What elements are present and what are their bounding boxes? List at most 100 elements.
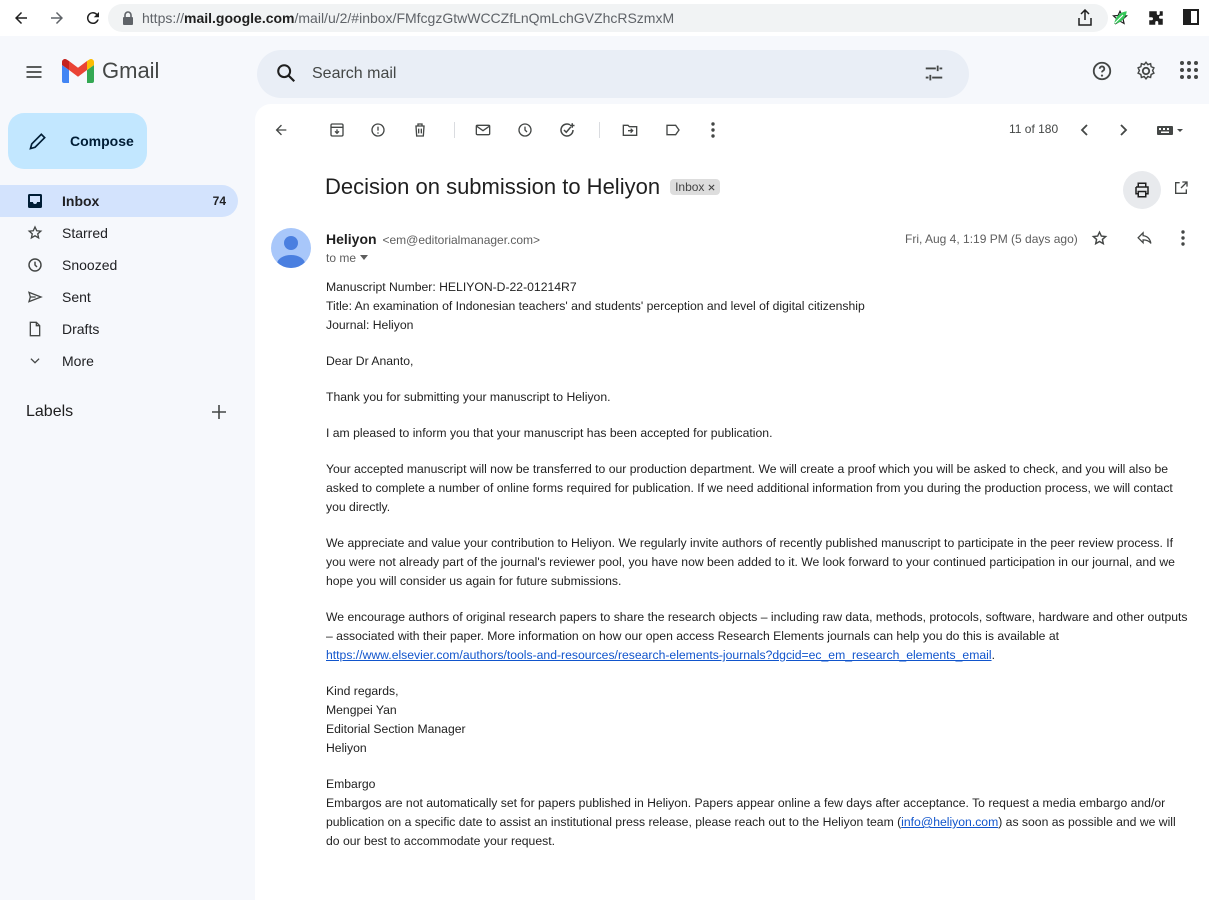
- body-line: Journal: Heliyon: [326, 318, 414, 332]
- label-icon[interactable]: [663, 120, 683, 140]
- send-icon: [26, 288, 44, 306]
- gmail-header: Gmail: [0, 44, 1209, 104]
- star-icon: [26, 224, 44, 242]
- open-in-new-window-icon[interactable]: [1173, 180, 1189, 196]
- extensions-puzzle-icon[interactable]: [1147, 9, 1165, 27]
- body-line: Manuscript Number: HELIYON-D-22-01214R7: [326, 280, 577, 294]
- extension-leaf-icon[interactable]: [1111, 9, 1129, 27]
- print-all-button[interactable]: [1123, 171, 1161, 209]
- subject-row: Decision on submission to Heliyon Inbox: [325, 174, 721, 200]
- reply-icon[interactable]: [1136, 230, 1153, 247]
- forward-arrow-icon[interactable]: [46, 7, 68, 29]
- sidebar-item-label: Snoozed: [62, 257, 118, 273]
- compose-label: Compose: [70, 133, 134, 149]
- body-paragraph: Thank you for submitting your manuscript…: [326, 390, 611, 404]
- browser-toolbar: https://mail.google.com/mail/u/2/#inbox/…: [0, 0, 1209, 36]
- input-tools-keyboard-icon[interactable]: [1153, 120, 1187, 140]
- embargo-title: Embargo: [326, 777, 376, 791]
- search-bar[interactable]: [257, 50, 969, 98]
- sidebar-item-label: Drafts: [62, 321, 100, 337]
- signature-line: Mengpei Yan: [326, 703, 397, 717]
- lock-icon: [122, 11, 134, 25]
- label-chip-text: Inbox: [675, 180, 705, 194]
- recipients-text: to me: [326, 251, 357, 265]
- caret-down-icon: [360, 255, 369, 261]
- app-name: Gmail: [102, 58, 160, 83]
- settings-gear-icon[interactable]: [1135, 60, 1157, 82]
- address-bar[interactable]: https://mail.google.com/mail/u/2/#inbox/…: [108, 4, 1108, 32]
- sidebar-item-snoozed[interactable]: Snoozed: [0, 249, 238, 281]
- main-menu-icon[interactable]: [24, 62, 48, 86]
- report-spam-icon[interactable]: [368, 120, 388, 140]
- recipients-toggle[interactable]: to me: [326, 251, 369, 265]
- compose-button[interactable]: Compose: [8, 113, 147, 169]
- sidebar-item-label: Inbox: [62, 193, 100, 209]
- sidebar-item-starred[interactable]: Starred: [0, 217, 238, 249]
- star-message-icon[interactable]: [1091, 230, 1108, 247]
- research-elements-link[interactable]: https://www.elsevier.com/authors/tools-a…: [326, 648, 992, 662]
- signature-line: Heliyon: [326, 741, 367, 755]
- apps-grid-icon[interactable]: [1179, 60, 1199, 82]
- url-scheme: https://: [142, 10, 185, 26]
- help-icon[interactable]: [1091, 60, 1113, 82]
- chevron-down-icon: [26, 352, 44, 370]
- add-to-tasks-icon[interactable]: [557, 120, 577, 140]
- greeting: Dear Dr Ananto,: [326, 354, 414, 368]
- toolbar-divider: [454, 122, 455, 138]
- pencil-icon: [28, 131, 48, 151]
- inbox-label-chip[interactable]: Inbox: [670, 179, 721, 195]
- sidebar-item-label: Sent: [62, 289, 91, 305]
- sidebar-item-more[interactable]: More: [0, 345, 238, 377]
- nav-list: Inbox 74 Starred Snoozed Sent Drafts Mor…: [0, 185, 238, 377]
- message-subject: Decision on submission to Heliyon: [325, 174, 661, 199]
- remove-label-icon[interactable]: [708, 183, 715, 191]
- body-paragraph: We encourage authors of original researc…: [326, 608, 1192, 665]
- search-input[interactable]: [312, 60, 872, 88]
- newer-chevron-icon[interactable]: [1075, 120, 1095, 140]
- heliyon-email-link[interactable]: info@heliyon.com: [901, 815, 998, 829]
- search-icon[interactable]: [275, 62, 297, 84]
- older-chevron-icon[interactable]: [1113, 120, 1133, 140]
- more-options-icon[interactable]: [703, 120, 723, 140]
- printer-icon: [1133, 181, 1151, 199]
- body-line: Title: An examination of Indonesian teac…: [326, 299, 865, 313]
- gmail-logo[interactable]: Gmail: [62, 58, 159, 84]
- reload-icon[interactable]: [82, 7, 104, 29]
- embargo-section: Embargo Embargos are not automatically s…: [326, 775, 1192, 851]
- message-body: Manuscript Number: HELIYON-D-22-01214R7 …: [326, 278, 1192, 868]
- add-label-icon[interactable]: [211, 404, 227, 420]
- move-to-icon[interactable]: [620, 120, 640, 140]
- toolbar-divider: [599, 122, 600, 138]
- snooze-icon[interactable]: [515, 120, 535, 140]
- delete-icon[interactable]: [410, 120, 430, 140]
- sender-avatar[interactable]: [271, 228, 311, 268]
- sidebar-item-inbox[interactable]: Inbox 74: [0, 185, 238, 217]
- url-host: mail.google.com: [184, 10, 295, 26]
- share-icon[interactable]: [1077, 9, 1093, 27]
- signature: Kind regards, Mengpei Yan Editorial Sect…: [326, 682, 1192, 758]
- sidebar-item-label: Starred: [62, 225, 108, 241]
- body-paragraph: We appreciate and value your contributio…: [326, 536, 1175, 588]
- labels-heading: Labels: [26, 403, 74, 420]
- mark-unread-icon[interactable]: [473, 120, 493, 140]
- sender-name[interactable]: Heliyon: [326, 231, 377, 247]
- archive-icon[interactable]: [327, 120, 347, 140]
- sidebar: Compose Inbox 74 Starred Snoozed Sent Dr…: [0, 104, 254, 900]
- back-to-inbox-icon[interactable]: [271, 120, 291, 140]
- body-paragraph: I am pleased to inform you that your man…: [326, 426, 773, 440]
- signature-line: Kind regards,: [326, 684, 399, 698]
- back-arrow-icon[interactable]: [10, 7, 32, 29]
- signature-line: Editorial Section Manager: [326, 722, 466, 736]
- sidebar-item-label: More: [62, 353, 94, 369]
- sidebar-item-drafts[interactable]: Drafts: [0, 313, 238, 345]
- paragraph-text: .: [991, 648, 995, 662]
- search-options-icon[interactable]: [923, 62, 945, 84]
- draft-icon: [26, 320, 44, 338]
- sidebar-item-sent[interactable]: Sent: [0, 281, 238, 313]
- message-toolbar: 11 of 180: [255, 116, 1209, 144]
- clock-icon: [26, 256, 44, 274]
- message-more-icon[interactable]: [1181, 230, 1185, 247]
- message-date: Fri, Aug 4, 1:19 PM (5 days ago): [905, 232, 1078, 246]
- sender-email: <em@editorialmanager.com>: [382, 233, 541, 247]
- side-panel-icon[interactable]: [1183, 9, 1199, 27]
